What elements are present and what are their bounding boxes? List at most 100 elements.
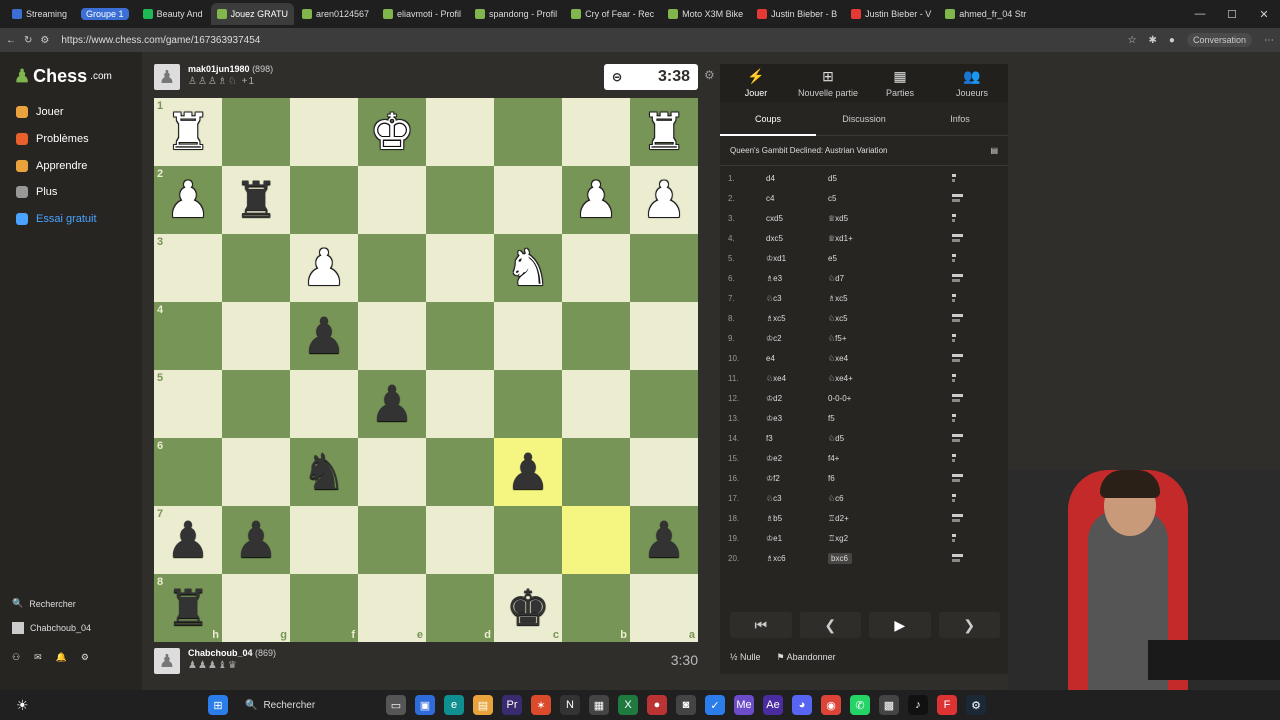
- white-piece[interactable]: ♞: [494, 234, 562, 302]
- conversation-button[interactable]: Conversation: [1186, 33, 1252, 47]
- black-move[interactable]: f6: [828, 474, 928, 483]
- board-square[interactable]: b: [562, 574, 630, 642]
- tiktok-icon[interactable]: ♪: [908, 695, 928, 715]
- board-square[interactable]: 6: [154, 438, 222, 506]
- bottom-player-avatar[interactable]: ♟: [154, 648, 180, 674]
- white-move[interactable]: ♔c2: [766, 334, 828, 343]
- board-square[interactable]: [222, 98, 290, 166]
- top-player-avatar[interactable]: ♟: [154, 64, 180, 90]
- white-move[interactable]: ♗e3: [766, 274, 828, 283]
- top-player-name[interactable]: mak01jun1980 (898): [188, 64, 273, 74]
- board-square[interactable]: [426, 438, 494, 506]
- panel-tab-jouer[interactable]: ⚡ Jouer: [720, 64, 792, 102]
- white-move[interactable]: ♘xe4: [766, 374, 828, 383]
- board-square[interactable]: [426, 166, 494, 234]
- black-move[interactable]: ♖xg2: [828, 534, 928, 543]
- black-move[interactable]: ♘xe4: [828, 354, 928, 363]
- white-move[interactable]: ♔e1: [766, 534, 828, 543]
- black-move[interactable]: c5: [828, 194, 928, 203]
- board-square[interactable]: [290, 370, 358, 438]
- black-move[interactable]: ♘d5: [828, 434, 928, 443]
- black-move[interactable]: ♘xc5: [828, 314, 928, 323]
- url-input[interactable]: https://www.chess.com/game/167363937454: [61, 35, 961, 46]
- after-effects-icon[interactable]: Ae: [763, 695, 783, 715]
- browser-tab[interactable]: aren0124567: [296, 3, 375, 25]
- board-square[interactable]: [630, 438, 698, 506]
- board-square[interactable]: [358, 438, 426, 506]
- white-move[interactable]: ♔f2: [766, 474, 828, 483]
- browser-tab[interactable]: spandong - Profil: [469, 3, 563, 25]
- board-square[interactable]: [358, 166, 426, 234]
- white-move[interactable]: c4: [766, 194, 828, 203]
- board-square[interactable]: [562, 98, 630, 166]
- panel-tab-nouvelle-partie[interactable]: ⊞ Nouvelle partie: [792, 64, 864, 102]
- black-move[interactable]: ♗xc5: [828, 294, 928, 303]
- folder-icon[interactable]: ▤: [473, 695, 493, 715]
- store-icon[interactable]: ▣: [415, 695, 435, 715]
- white-move[interactable]: ♗xc5: [766, 314, 828, 323]
- black-piece[interactable]: ♜: [222, 166, 290, 234]
- white-piece[interactable]: ♟: [290, 234, 358, 302]
- board-square[interactable]: [630, 370, 698, 438]
- reload-icon[interactable]: ↻: [24, 35, 32, 46]
- browser-tab[interactable]: eliavmoti - Profil: [377, 3, 467, 25]
- subtab-infos[interactable]: Infos: [912, 102, 1008, 135]
- board-square[interactable]: [426, 234, 494, 302]
- board-square[interactable]: d: [426, 574, 494, 642]
- board-square[interactable]: [222, 438, 290, 506]
- white-piece[interactable]: ♟: [630, 166, 698, 234]
- board-square[interactable]: [426, 506, 494, 574]
- browser-tab[interactable]: Moto X3M Bike: [662, 3, 749, 25]
- black-move[interactable]: ♖d2+: [828, 514, 928, 523]
- site-info-icon[interactable]: ⚙: [40, 35, 49, 46]
- board-square[interactable]: [562, 370, 630, 438]
- black-piece[interactable]: ♟: [494, 438, 562, 506]
- book-icon[interactable]: ▤: [990, 146, 998, 155]
- white-piece[interactable]: ♟: [154, 166, 222, 234]
- sidebar-item-plus[interactable]: Plus: [16, 186, 57, 198]
- board-square[interactable]: [290, 166, 358, 234]
- board-square[interactable]: 3: [154, 234, 222, 302]
- white-move[interactable]: ♘c3: [766, 294, 828, 303]
- browser-tab[interactable]: Cry of Fear - Rec: [565, 3, 660, 25]
- sidebar-item-apprendre[interactable]: Apprendre: [16, 160, 87, 172]
- white-piece[interactable]: ♚: [358, 98, 426, 166]
- board-square[interactable]: [222, 302, 290, 370]
- white-move[interactable]: ♘c3: [766, 494, 828, 503]
- board-square[interactable]: [494, 506, 562, 574]
- board-square[interactable]: [426, 370, 494, 438]
- calculator-icon[interactable]: ▦: [589, 695, 609, 715]
- board-square[interactable]: e: [358, 574, 426, 642]
- edge-icon[interactable]: e: [444, 695, 464, 715]
- black-move[interactable]: d5: [828, 174, 928, 183]
- chess-logo[interactable]: ♟ Chess .com: [14, 66, 112, 87]
- white-move[interactable]: ♔xd1: [766, 254, 828, 263]
- board-square[interactable]: 4: [154, 302, 222, 370]
- board-square[interactable]: [562, 234, 630, 302]
- board-square[interactable]: [494, 166, 562, 234]
- black-piece[interactable]: ♟: [358, 370, 426, 438]
- white-move[interactable]: f3: [766, 434, 828, 443]
- profile-icon[interactable]: ●: [1169, 35, 1175, 46]
- black-move[interactable]: 0-0-0+: [828, 394, 928, 403]
- board-square[interactable]: [426, 302, 494, 370]
- board-square[interactable]: [562, 506, 630, 574]
- browser-tab[interactable]: Justin Bieber - B: [751, 3, 843, 25]
- black-piece[interactable]: ♟: [630, 506, 698, 574]
- sidebar-item-essai-gratuit[interactable]: Essai gratuit: [16, 213, 97, 225]
- black-move[interactable]: bxc6: [828, 552, 852, 564]
- maximize-icon[interactable]: ☐: [1216, 0, 1248, 28]
- board-square[interactable]: a: [630, 574, 698, 642]
- black-piece[interactable]: ♞: [290, 438, 358, 506]
- browser-tab[interactable]: Jouez GRATU: [210, 3, 294, 25]
- board-square[interactable]: [426, 98, 494, 166]
- board-square[interactable]: [562, 438, 630, 506]
- back-icon[interactable]: ←: [6, 35, 16, 46]
- black-move[interactable]: e5: [828, 254, 928, 263]
- previous-move-button[interactable]: ❮: [799, 612, 861, 638]
- black-piece[interactable]: ♟: [222, 506, 290, 574]
- sidebar-item-probl-mes[interactable]: Problèmes: [16, 133, 89, 145]
- steam-icon[interactable]: ⚙: [966, 695, 986, 715]
- next-move-button[interactable]: ▶: [869, 612, 931, 638]
- discord-icon[interactable]: ◕: [792, 695, 812, 715]
